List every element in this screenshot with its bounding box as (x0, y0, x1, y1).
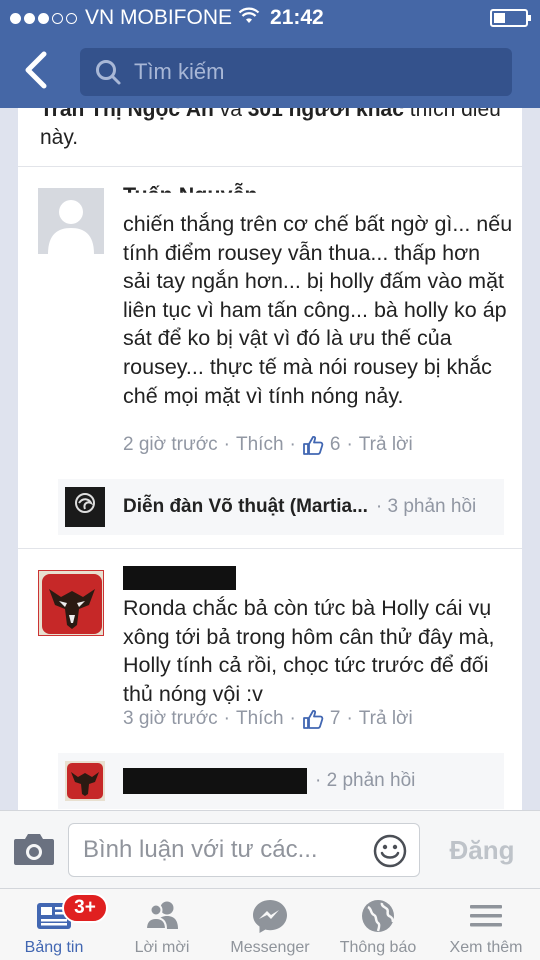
comment-time[interactable]: 3 giờ trước (123, 708, 218, 730)
wifi-icon (238, 7, 260, 30)
friend-requests-icon (144, 901, 178, 930)
top-header: VN MOBIFONE 21:42 (0, 0, 540, 108)
comment-author[interactable]: Tuấn Nguyễn (123, 181, 508, 193)
comment-input[interactable] (83, 836, 363, 864)
reply-count-text: 3 phản hồi (387, 496, 477, 517)
likes-connector: và (219, 108, 242, 121)
camera-button[interactable] (12, 831, 56, 867)
smiley-icon (373, 834, 407, 868)
default-avatar-icon (38, 188, 104, 254)
tab-label: Xem thêm (449, 939, 523, 956)
comment-composer: Đăng (0, 810, 540, 888)
globe-icon (362, 900, 395, 932)
navbar (0, 36, 540, 108)
thumbs-up-icon (302, 434, 324, 456)
thumbs-up-icon (302, 708, 324, 730)
search-input[interactable] (134, 59, 494, 85)
comment-text: Ronda chắc bả còn tức bà Holly cái vụ xô… (123, 596, 495, 706)
comment-meta: 3 giờ trước · Thích · 7 · Trả lời (123, 708, 413, 730)
reply-preview[interactable]: Diễn đàn Võ thuật (Martia... · 3 phản hồ… (58, 479, 504, 535)
emoji-button[interactable] (373, 834, 407, 868)
signal-dot (52, 12, 63, 24)
carrier-name: VN MOBIFONE (85, 6, 233, 29)
like-count[interactable]: 7 (330, 708, 341, 730)
divider (18, 548, 522, 549)
signal-dot (66, 12, 77, 24)
comment-meta: 2 giờ trước · Thích · 6 · Trả lời (123, 434, 413, 456)
redacted-reply-author[interactable] (123, 768, 307, 794)
tab-bar: Bảng tin 3+ Lời mời Messenger Thông báo … (0, 888, 540, 960)
mask-avatar-icon (39, 571, 103, 635)
tab-friend-requests[interactable]: Lời mời (108, 889, 216, 960)
like-button[interactable]: Thích (236, 434, 284, 456)
notification-badge: 3+ (62, 893, 108, 923)
tab-more[interactable]: Xem thêm (432, 889, 540, 960)
comment-input-box[interactable] (68, 823, 420, 877)
battery-level (494, 13, 505, 23)
tab-label: Messenger (230, 939, 310, 956)
reply-button[interactable]: Trả lời (359, 708, 413, 730)
search-bar[interactable] (80, 48, 512, 96)
tab-label: Lời mời (134, 939, 190, 956)
tab-messenger[interactable]: Messenger (216, 889, 324, 960)
like-count[interactable]: 6 (330, 434, 341, 456)
back-button[interactable] (22, 50, 58, 94)
comments-card: Trần Thị Ngọc Ân và 301 người khác thích… (18, 108, 522, 810)
likes-summary[interactable]: Trần Thị Ngọc Ân và 301 người khác thích… (40, 108, 510, 152)
camera-icon (14, 834, 54, 865)
reply-button[interactable]: Trả lời (359, 434, 413, 456)
likes-others[interactable]: 301 người khác (248, 108, 404, 121)
chevron-left-icon (25, 51, 47, 89)
signal-dot (24, 12, 35, 24)
avatar[interactable] (38, 188, 104, 254)
post-button[interactable]: Đăng (434, 829, 530, 871)
signal-dot (10, 12, 21, 24)
likes-names[interactable]: Trần Thị Ngọc Ân (40, 108, 214, 121)
messenger-icon (253, 900, 287, 933)
reply-count[interactable]: · 2 phản hồi (315, 770, 415, 792)
avatar[interactable] (38, 570, 104, 636)
tab-notifications[interactable]: Thông báo (324, 889, 432, 960)
page-avatar (65, 487, 105, 527)
reply-count-text: 2 phản hồi (326, 770, 416, 791)
reply-avatar (65, 761, 105, 801)
reply-author[interactable]: Diễn đàn Võ thuật (Martia... (123, 496, 368, 518)
status-bar: VN MOBIFONE 21:42 (0, 0, 540, 36)
mask-avatar-icon (65, 761, 105, 801)
signal-dot (38, 12, 49, 24)
comment-time[interactable]: 2 giờ trước (123, 434, 218, 456)
redacted-author[interactable] (123, 566, 236, 590)
like-button[interactable]: Thích (236, 708, 284, 730)
battery-icon (490, 9, 531, 27)
tab-label: Thông báo (339, 939, 417, 956)
comments-feed[interactable]: Trần Thị Ngọc Ân và 301 người khác thích… (0, 108, 540, 810)
divider (18, 166, 522, 167)
reply-count[interactable]: · 3 phản hồi (376, 496, 476, 518)
clock: 21:42 (270, 6, 324, 29)
tab-news-feed[interactable]: Bảng tin 3+ (0, 889, 108, 960)
vo-thuat-logo-icon (65, 487, 105, 527)
reply-preview[interactable]: · 2 phản hồi (58, 753, 504, 809)
menu-icon (470, 905, 502, 927)
signal-strength-icon (10, 12, 77, 24)
tab-label: Bảng tin (24, 939, 84, 956)
search-icon (96, 60, 121, 85)
comment-text: chiến thắng trên cơ chế bất ngờ gì... nế… (123, 212, 513, 408)
